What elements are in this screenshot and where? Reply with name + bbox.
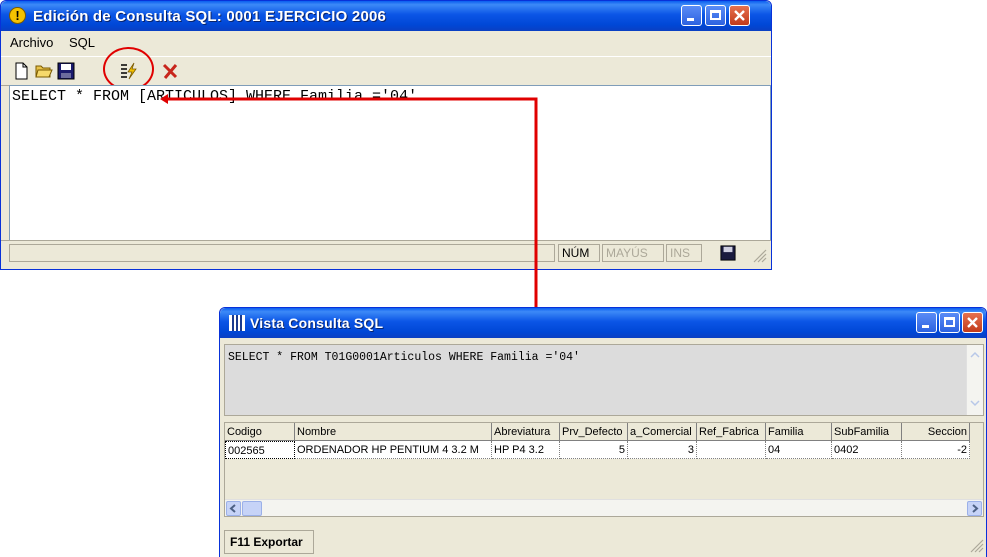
sql-editor-text: SELECT * FROM [ARTICULOS] WHERE Familia … [12, 88, 418, 105]
scroll-down-icon[interactable] [968, 396, 982, 410]
view-sql-text: SELECT * FROM T01G0001Articulos WHERE Fa… [228, 351, 580, 364]
open-folder-icon[interactable] [35, 62, 53, 80]
cell-subfamilia[interactable]: 0402 [832, 441, 902, 459]
maximize-icon [710, 10, 721, 20]
grid-icon [229, 315, 245, 331]
minimize-icon [922, 325, 929, 328]
cell-seccion[interactable]: -2 [902, 441, 970, 459]
close-icon [734, 10, 745, 21]
minimize-button[interactable] [681, 5, 702, 26]
col-nombre[interactable]: Nombre [295, 423, 492, 441]
close-icon [967, 317, 978, 328]
col-a-comercial[interactable]: a_Comercial [628, 423, 697, 441]
editor-toolbar [1, 47, 771, 91]
resize-grip-icon[interactable] [753, 249, 767, 263]
new-file-icon[interactable] [12, 62, 30, 80]
view-close-button[interactable] [962, 312, 983, 333]
horizontal-scrollbar[interactable] [225, 499, 983, 516]
maximize-icon [944, 317, 955, 327]
sql-view-window: Vista Consulta SQL SELECT * FROM T01G000… [219, 307, 987, 557]
status-save-icon [720, 245, 736, 261]
editor-statusbar: NÚM MAYÚS INS [1, 240, 771, 269]
status-mayus: MAYÚS [602, 244, 664, 262]
col-abreviatura[interactable]: Abreviatura [492, 423, 560, 441]
editor-titlebar[interactable]: ! Edición de Consulta SQL: 0001 EJERCICI… [1, 1, 771, 31]
status-num: NÚM [558, 244, 600, 262]
cell-prv-defecto[interactable]: 5 [560, 441, 628, 459]
view-maximize-button[interactable] [939, 312, 960, 333]
menu-sql[interactable]: SQL [69, 35, 95, 50]
cell-a-comercial[interactable]: 3 [628, 441, 697, 459]
col-seccion[interactable]: Seccion [902, 423, 970, 441]
col-prv-defecto[interactable]: Prv_Defecto [560, 423, 628, 441]
table-row[interactable]: 002565 ORDENADOR HP PENTIUM 4 3.2 M HP P… [225, 441, 970, 459]
view-bottom-bar: F11 Exportar [220, 527, 986, 557]
cell-nombre[interactable]: ORDENADOR HP PENTIUM 4 3.2 M [295, 441, 492, 459]
view-sql-panel[interactable]: SELECT * FROM T01G0001Articulos WHERE Fa… [224, 344, 984, 416]
view-sql-scrollbar[interactable] [966, 345, 983, 415]
cell-abreviatura[interactable]: HP P4 3.2 [492, 441, 560, 459]
cell-familia[interactable]: 04 [766, 441, 832, 459]
delete-x-icon[interactable] [161, 62, 179, 80]
menu-archivo[interactable]: Archivo [10, 35, 53, 50]
status-ins: INS [666, 244, 702, 262]
export-button-label: F11 Exportar [230, 535, 303, 549]
sql-editor[interactable]: SELECT * FROM [ARTICULOS] WHERE Familia … [9, 85, 771, 241]
scroll-left-button[interactable] [226, 501, 241, 516]
scroll-thumb[interactable] [242, 501, 262, 516]
col-ref-fabrica[interactable]: Ref_Fabrica [697, 423, 766, 441]
minimize-icon [687, 18, 694, 21]
view-resize-grip-icon[interactable] [970, 539, 984, 553]
exclamation-icon: ! [9, 7, 26, 24]
results-grid[interactable]: Codigo Nombre Abreviatura Prv_Defecto a_… [224, 422, 984, 517]
view-title: Vista Consulta SQL [250, 315, 384, 331]
chevron-left-icon [229, 504, 236, 513]
maximize-button[interactable] [705, 5, 726, 26]
view-minimize-button[interactable] [916, 312, 937, 333]
col-subfamilia[interactable]: SubFamilia [832, 423, 902, 441]
export-button[interactable]: F11 Exportar [224, 530, 314, 554]
save-disk-icon[interactable] [57, 62, 75, 80]
cell-codigo[interactable]: 002565 [225, 441, 295, 459]
scroll-right-button[interactable] [967, 501, 982, 516]
grid-header-row: Codigo Nombre Abreviatura Prv_Defecto a_… [225, 423, 983, 441]
chevron-right-icon [972, 504, 979, 513]
sql-editor-window: ! Edición de Consulta SQL: 0001 EJERCICI… [0, 0, 772, 270]
col-codigo[interactable]: Codigo [225, 423, 295, 441]
scroll-up-icon[interactable] [968, 348, 982, 362]
editor-title: Edición de Consulta SQL: 0001 EJERCICIO … [33, 8, 387, 25]
status-left-panel [9, 244, 555, 262]
col-familia[interactable]: Familia [766, 423, 832, 441]
cell-ref-fabrica[interactable] [697, 441, 766, 459]
close-button[interactable] [729, 5, 750, 26]
view-titlebar[interactable]: Vista Consulta SQL [220, 308, 986, 338]
